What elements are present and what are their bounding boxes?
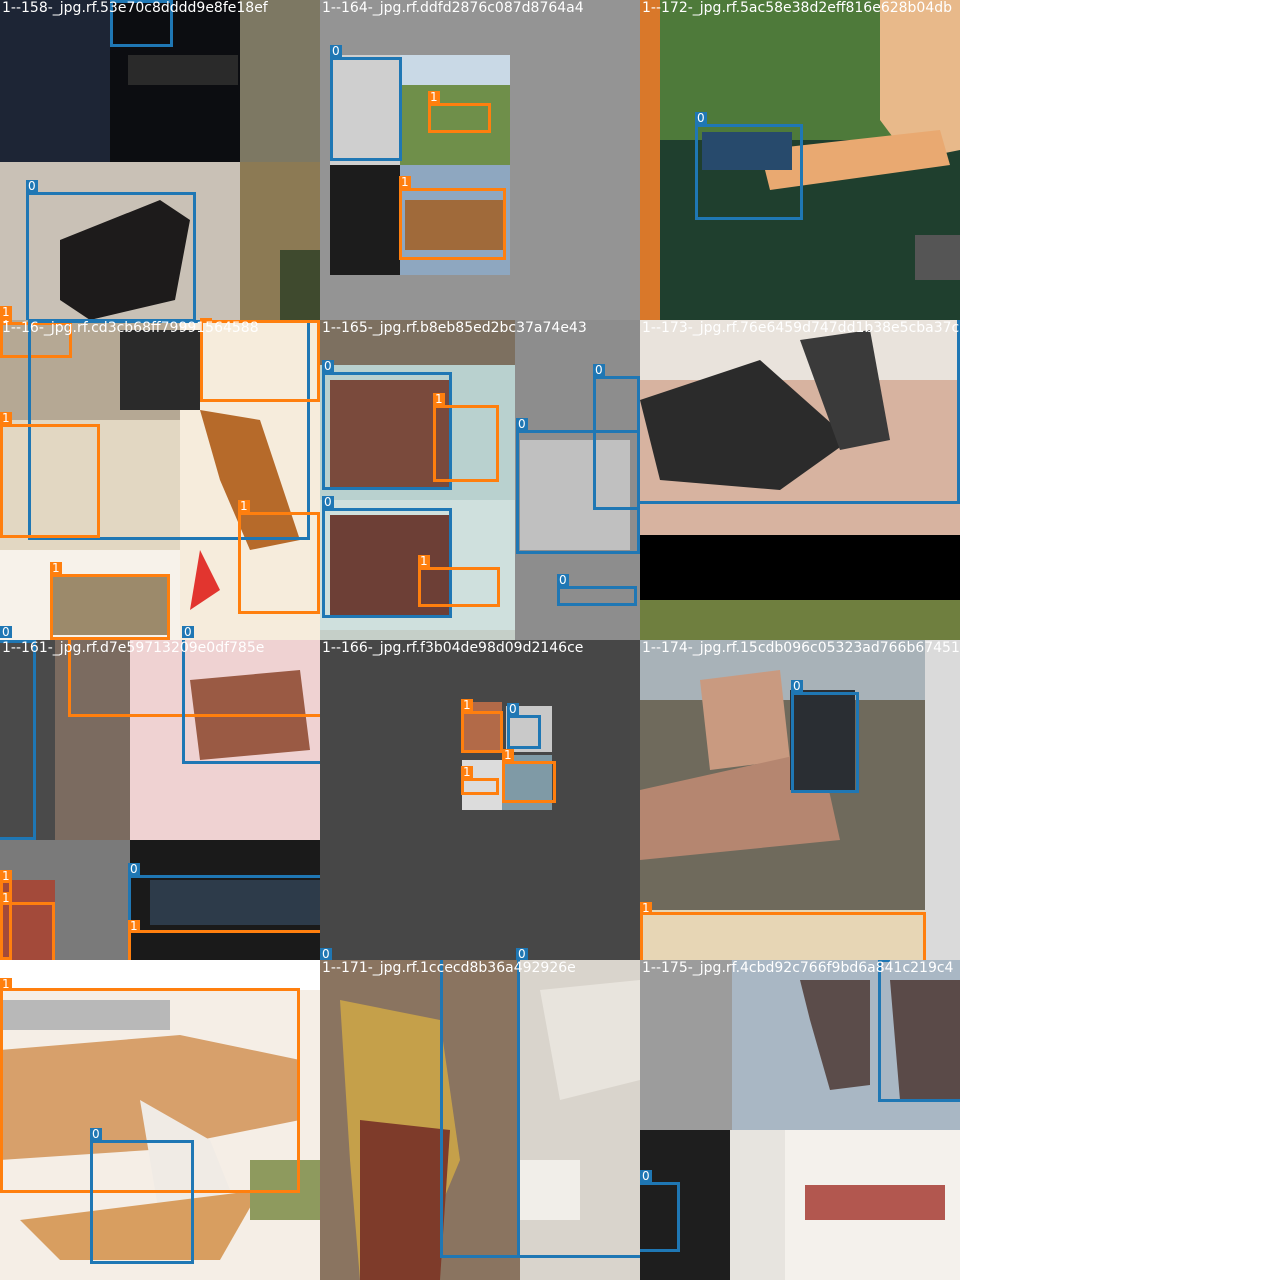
bbox-label: 1 [418, 554, 430, 568]
mosaic-grid: 1--158-_jpg.rf.53e70c8dddd9e8fe18ef 0 1 … [0, 0, 960, 1280]
bbox-class-0 [90, 1140, 194, 1264]
tile-title: 1--163-_jpg.rf.432970aa947623a0f0 [2, 960, 256, 976]
bbox-class-1 [238, 512, 320, 614]
bbox-class-1 [428, 103, 491, 133]
bbox-class-0 [26, 192, 196, 320]
bbox-class-1 [640, 912, 926, 960]
bbox-class-0 [878, 960, 960, 1102]
bbox-class-1 [461, 778, 499, 795]
tile-title: 1--165-_jpg.rf.b8eb85ed2bc37a74e43 [322, 320, 587, 336]
bbox-class-0 [791, 692, 859, 793]
bbox-class-0 [640, 1182, 680, 1252]
tile-5: 1--173-_jpg.rf.76e6459d747dd1b38e5cba37c [640, 320, 960, 640]
bbox-label: 0 [26, 179, 38, 193]
bbox-class-0 [507, 715, 541, 749]
bbox-label: 1 [0, 891, 12, 905]
bbox-label: 0 [640, 1169, 652, 1183]
bbox-label: 1 [50, 561, 62, 575]
bbox-class-1 [399, 188, 506, 260]
tile-title: 1--175-_jpg.rf.4cbd92c766f9bd6a841c219c4 [642, 960, 954, 976]
tile-11: 1--175-_jpg.rf.4cbd92c766f9bd6a841c219c4… [640, 960, 960, 1280]
tile-image [320, 640, 640, 960]
bbox-class-1 [128, 930, 320, 960]
bbox-label: 1 [0, 977, 12, 991]
bbox-label: 1 [433, 392, 445, 406]
tile-title: 1--164-_jpg.rf.ddfd2876c087d8764a4 [322, 0, 584, 16]
bbox-class-0 [557, 586, 637, 606]
bbox-class-1 [0, 902, 55, 960]
bbox-class-0 [517, 960, 640, 1258]
bbox-class-0 [695, 124, 803, 220]
tile-title: 1--174-_jpg.rf.15cdb096c05323ad766b67451 [642, 640, 960, 656]
bbox-class-0 [330, 57, 402, 161]
bbox-class-0 [516, 430, 640, 554]
bbox-class-1 [0, 424, 100, 538]
bbox-class-0 [0, 640, 36, 840]
bbox-label: 0 [507, 702, 519, 716]
tile-6: 1--161-_jpg.rf.d7e59713209e0df785e 1 1 0… [0, 640, 320, 960]
bbox-class-0 [640, 320, 960, 504]
bbox-label: 1 [461, 765, 473, 779]
tile-0: 1--158-_jpg.rf.53e70c8dddd9e8fe18ef 0 1 [0, 0, 320, 320]
bbox-class-1 [502, 761, 556, 803]
bbox-class-1 [433, 405, 499, 482]
bbox-label: 1 [461, 698, 473, 712]
tile-title: 1--171-_jpg.rf.1ccecd8b36a492926e [322, 960, 576, 976]
tile-3: 1--16-_jpg.rf.cd3cb68ff79991564588 1 1 1… [0, 320, 320, 640]
tile-title: 1--173-_jpg.rf.76e6459d747dd1b38e5cba37c [642, 320, 960, 336]
tile-9: 1--163-_jpg.rf.432970aa947623a0f0 1 0 [0, 960, 320, 1280]
bbox-label: 0 [322, 495, 334, 509]
bbox-class-1 [50, 574, 170, 640]
tile-4: 1--165-_jpg.rf.b8eb85ed2bc37a74e43 0 1 0… [320, 320, 640, 640]
bbox-label: 0 [330, 44, 342, 58]
bbox-label: 0 [557, 573, 569, 587]
bbox-label: 0 [516, 947, 528, 960]
bbox-label: 1 [0, 869, 12, 883]
bbox-label: 1 [428, 90, 440, 104]
tile-title: 1--166-_jpg.rf.f3b04de98d09d2146ce [322, 640, 584, 656]
bbox-label: 0 [128, 862, 140, 876]
tile-title: 1--161-_jpg.rf.d7e59713209e0df785e [2, 640, 265, 656]
tile-10: 1--171-_jpg.rf.1ccecd8b36a492926e [320, 960, 640, 1280]
bbox-label: 0 [182, 625, 194, 639]
tile-7: 1--166-_jpg.rf.f3b04de98d09d2146ce 1 0 1… [320, 640, 640, 960]
tile-title: 1--16-_jpg.rf.cd3cb68ff79991564588 [2, 320, 259, 336]
tile-8: 1--174-_jpg.rf.15cdb096c05323ad766b67451… [640, 640, 960, 960]
bbox-label: 1 [238, 499, 250, 513]
bbox-class-1 [461, 711, 503, 753]
bbox-label: 0 [0, 625, 12, 639]
bbox-class-1 [418, 567, 500, 607]
bbox-label: 1 [0, 411, 12, 425]
bbox-label: 1 [399, 175, 411, 189]
tile-1: 1--164-_jpg.rf.ddfd2876c087d8764a4 0 1 1 [320, 0, 640, 320]
bbox-label: 1 [0, 305, 12, 319]
bbox-label: 0 [593, 363, 605, 377]
bbox-label: 1 [128, 919, 140, 933]
bbox-label: 0 [90, 1127, 102, 1141]
bbox-class-0 [182, 640, 320, 764]
bbox-label: 0 [695, 111, 707, 125]
tile-title: 1--158-_jpg.rf.53e70c8dddd9e8fe18ef [2, 0, 268, 16]
bbox-label: 1 [502, 748, 514, 762]
bbox-label: 0 [320, 947, 332, 960]
bbox-label: 0 [322, 359, 334, 373]
bbox-label: 0 [791, 679, 803, 693]
bbox-label: 1 [640, 901, 652, 915]
tile-title: 1--172-_jpg.rf.5ac58e38d2eff816e628b04db [642, 0, 953, 16]
bbox-label: 0 [516, 417, 528, 431]
tile-2: 1--172-_jpg.rf.5ac58e38d2eff816e628b04db… [640, 0, 960, 320]
